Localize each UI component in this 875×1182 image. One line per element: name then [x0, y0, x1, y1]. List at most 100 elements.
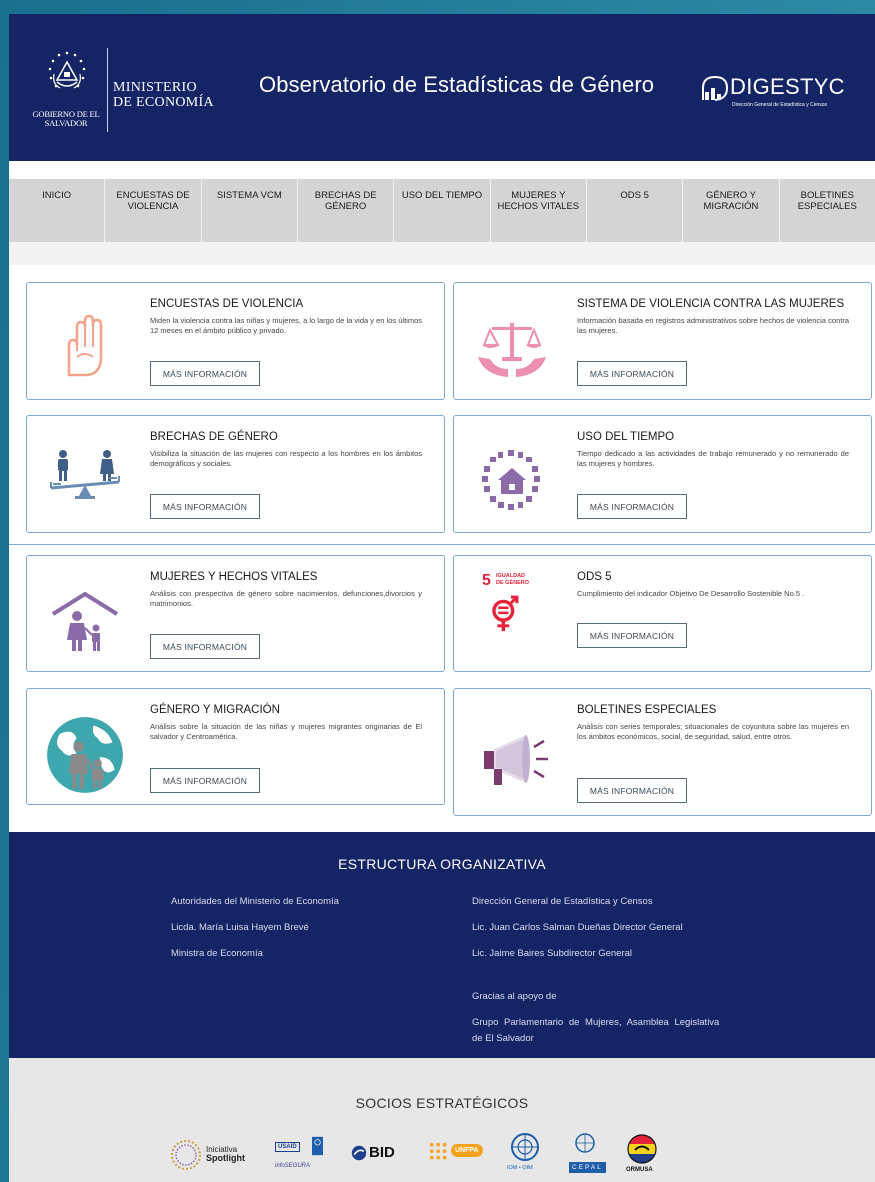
cepal-logo[interactable]: CEPAL	[565, 1132, 606, 1178]
unfpa-dots-icon	[429, 1142, 447, 1160]
card-title: BRECHAS DE GÉNERO	[150, 431, 278, 443]
ormusa-logo[interactable]: ORMUSA	[624, 1134, 664, 1178]
card-title: ENCUESTAS DE VIOLENCIA	[150, 298, 304, 310]
national-seal-icon	[48, 51, 86, 89]
iom-globe-icon	[511, 1133, 539, 1161]
card-description: Información basada en registros administ…	[577, 316, 849, 335]
nav-item-brechas-genero[interactable]: BRECHAS DE GÉNERO	[298, 179, 395, 242]
site-header: GOBIERNO DE EL SALVADOR MINISTERIO DE EC…	[9, 14, 875, 161]
digestyc-emblem-icon	[702, 75, 729, 101]
card-sistema-violencia: SISTEMA DE VIOLENCIA CONTRA LAS MUJERES …	[453, 282, 872, 400]
card-description: Miden la violencia contra las niñas y mu…	[150, 316, 422, 335]
iom-logo[interactable]: IOM • OIM	[505, 1132, 545, 1178]
card-description: Análisis con series temporales; situacio…	[577, 722, 849, 741]
mas-informacion-button[interactable]: MÁS INFORMACIÓN	[150, 494, 260, 519]
footer-left-line-1: Autoridades del Ministerio de Economía	[171, 896, 339, 907]
main-navigation: INICIO ENCUESTAS DE VIOLENCIA SISTEMA VC…	[9, 179, 875, 242]
usaid-label: USAID	[275, 1142, 300, 1152]
ormusa-label: ORMUSA	[626, 1167, 653, 1173]
cepal-label: CEPAL	[569, 1162, 606, 1173]
globe-family-icon	[47, 717, 123, 793]
partners-heading: SOCIOS ESTRATÉGICOS	[355, 1095, 529, 1111]
un-emblem-icon	[575, 1133, 595, 1153]
nav-spacer	[9, 161, 875, 179]
card-description: Análisis sobre la situación de las niñas…	[150, 722, 422, 741]
nav-item-encuestas-violencia[interactable]: ENCUESTAS DE VIOLENCIA	[105, 179, 202, 242]
sdg5-label: IGUALDAD DE GÉNERO	[496, 573, 530, 586]
spotlight-logo[interactable]: Iniciativa Spotlight	[169, 1138, 249, 1174]
footer-left-column: Autoridades del Ministerio de Economía L…	[171, 896, 451, 966]
sdg5-gender-equality-icon	[492, 595, 519, 632]
sdg5-badge: 5 IGUALDAD DE GÉNERO	[482, 572, 542, 642]
iom-label: IOM • OIM	[507, 1165, 533, 1171]
footer-left-line-3: Ministra de Economía	[171, 948, 263, 959]
page: GOBIERNO DE EL SALVADOR MINISTERIO DE EC…	[9, 14, 875, 1182]
card-brechas-genero: BRECHAS DE GÉNERO Visibiliza la situació…	[26, 415, 445, 533]
bid-logo[interactable]: BID	[351, 1142, 411, 1166]
card-description: Visibiliza la situación de las mujeres c…	[150, 449, 422, 468]
mas-informacion-button[interactable]: MÁS INFORMACIÓN	[577, 494, 687, 519]
unfpa-logo[interactable]: UNFPA	[429, 1140, 489, 1168]
nav-item-genero-migracion[interactable]: GÉNERO Y MIGRACIÓN	[683, 179, 780, 242]
mas-informacion-button[interactable]: MÁS INFORMACIÓN	[150, 634, 260, 659]
card-description: Análisis con prespectiva de género sobre…	[150, 589, 422, 608]
spotlight-line-2: Spotlight	[206, 1153, 245, 1163]
footer-left-line-2: Licda. María Luisa Hayem Brevé	[171, 922, 309, 933]
card-description: Tiempo dedicado a las actividades de tra…	[577, 449, 849, 468]
card-title: USO DEL TIEMPO	[577, 431, 675, 443]
usaid-infosegura-logo[interactable]: USAID infoSEGURA	[275, 1136, 335, 1176]
nav-item-mujeres-hechos-vitales[interactable]: MUJERES Y HECHOS VITALES	[491, 179, 587, 242]
digestyc-logo[interactable]: DIGESTYC Dirección General de Estadístic…	[699, 74, 859, 114]
mas-informacion-button[interactable]: MÁS INFORMACIÓN	[150, 768, 260, 793]
card-genero-migracion: GÉNERO Y MIGRACIÓN Análisis sobre la sit…	[26, 688, 445, 805]
mas-informacion-button[interactable]: MÁS INFORMACIÓN	[577, 778, 687, 803]
mas-informacion-button[interactable]: MÁS INFORMACIÓN	[577, 623, 687, 648]
window-frame-top	[0, 0, 875, 14]
megaphone-icon	[484, 735, 548, 785]
household-activities-icon	[482, 450, 540, 510]
footer-right-line-3: Lic. Jaime Baires Subdirector General	[472, 948, 632, 959]
nav-item-sistema-vcm[interactable]: SISTEMA VCM	[202, 179, 298, 242]
digestyc-name: DIGESTYC	[730, 74, 845, 99]
card-description: Cumplimiento del indicador Objetivo De D…	[577, 589, 805, 598]
ministry-name[interactable]: MINISTERIO DE ECONOMÍA	[113, 80, 214, 110]
card-boletines-especiales: BOLETINES ESPECIALES Análisis con series…	[453, 688, 872, 816]
card-title: ODS 5	[577, 571, 612, 583]
government-logo[interactable]: GOBIERNO DE EL SALVADOR	[25, 50, 107, 144]
header-divider	[107, 48, 108, 132]
family-home-icon	[51, 591, 119, 651]
nav-item-uso-tiempo[interactable]: USO DEL TIEMPO	[394, 179, 491, 242]
navigation-area: INICIO ENCUESTAS DE VIOLENCIA SISTEMA VC…	[9, 161, 875, 265]
mas-informacion-button[interactable]: MÁS INFORMACIÓN	[577, 361, 687, 386]
card-title: GÉNERO Y MIGRACIÓN	[150, 704, 280, 716]
card-encuestas-violencia: ENCUESTAS DE VIOLENCIA Miden la violenci…	[26, 282, 445, 400]
spotlight-ring-icon	[171, 1140, 201, 1170]
government-name: GOBIERNO DE EL SALVADOR	[32, 109, 100, 128]
card-ods5: 5 IGUALDAD DE GÉNERO ODS 5 Cumplimiento …	[453, 555, 872, 672]
socios-estrategicos: SOCIOS ESTRATÉGICOS Iniciativa Spotlight…	[9, 1058, 875, 1182]
footer-right-line-2: Lic. Juan Carlos Salman Dueñas Director …	[472, 922, 683, 933]
nav-item-ods5[interactable]: ODS 5	[587, 179, 684, 242]
mas-informacion-button[interactable]: MÁS INFORMACIÓN	[150, 361, 260, 386]
digestyc-subtitle: Dirección General de Estadística y Censo…	[732, 102, 828, 108]
section-divider	[9, 544, 875, 545]
undp-icon	[312, 1136, 323, 1156]
footer-support-line-1: Grupo Parlamentario de Mujeres, Asamblea…	[472, 1017, 720, 1028]
card-uso-tiempo: USO DEL TIEMPO Tiempo dedicado a las act…	[453, 415, 872, 533]
gender-balance-icon	[50, 450, 120, 499]
sdg5-number: 5	[482, 572, 491, 589]
nav-item-boletines-especiales[interactable]: BOLETINES ESPECIALES	[780, 179, 875, 242]
ministry-line-1: MINISTERIO	[113, 80, 197, 95]
bid-swoosh-icon	[351, 1145, 367, 1161]
card-mujeres-hechos-vitales: MUJERES Y HECHOS VITALES Análisis con pr…	[26, 555, 445, 672]
card-title: BOLETINES ESPECIALES	[577, 704, 717, 716]
nav-item-inicio[interactable]: INICIO	[9, 179, 106, 242]
card-title: SISTEMA DE VIOLENCIA CONTRA LAS MUJERES	[577, 298, 845, 310]
ministry-line-2: DE ECONOMÍA	[113, 95, 214, 110]
justice-scale-hands-icon	[478, 323, 546, 377]
unfpa-label: UNFPA	[451, 1144, 483, 1157]
site-title: Observatorio de Estadísticas de Género	[259, 72, 655, 97]
footer-support-line-2: de El Salvador	[472, 1033, 534, 1044]
footer-right-column: Dirección General de Estadística y Censo…	[472, 896, 772, 1046]
raised-hand-icon	[67, 314, 103, 377]
